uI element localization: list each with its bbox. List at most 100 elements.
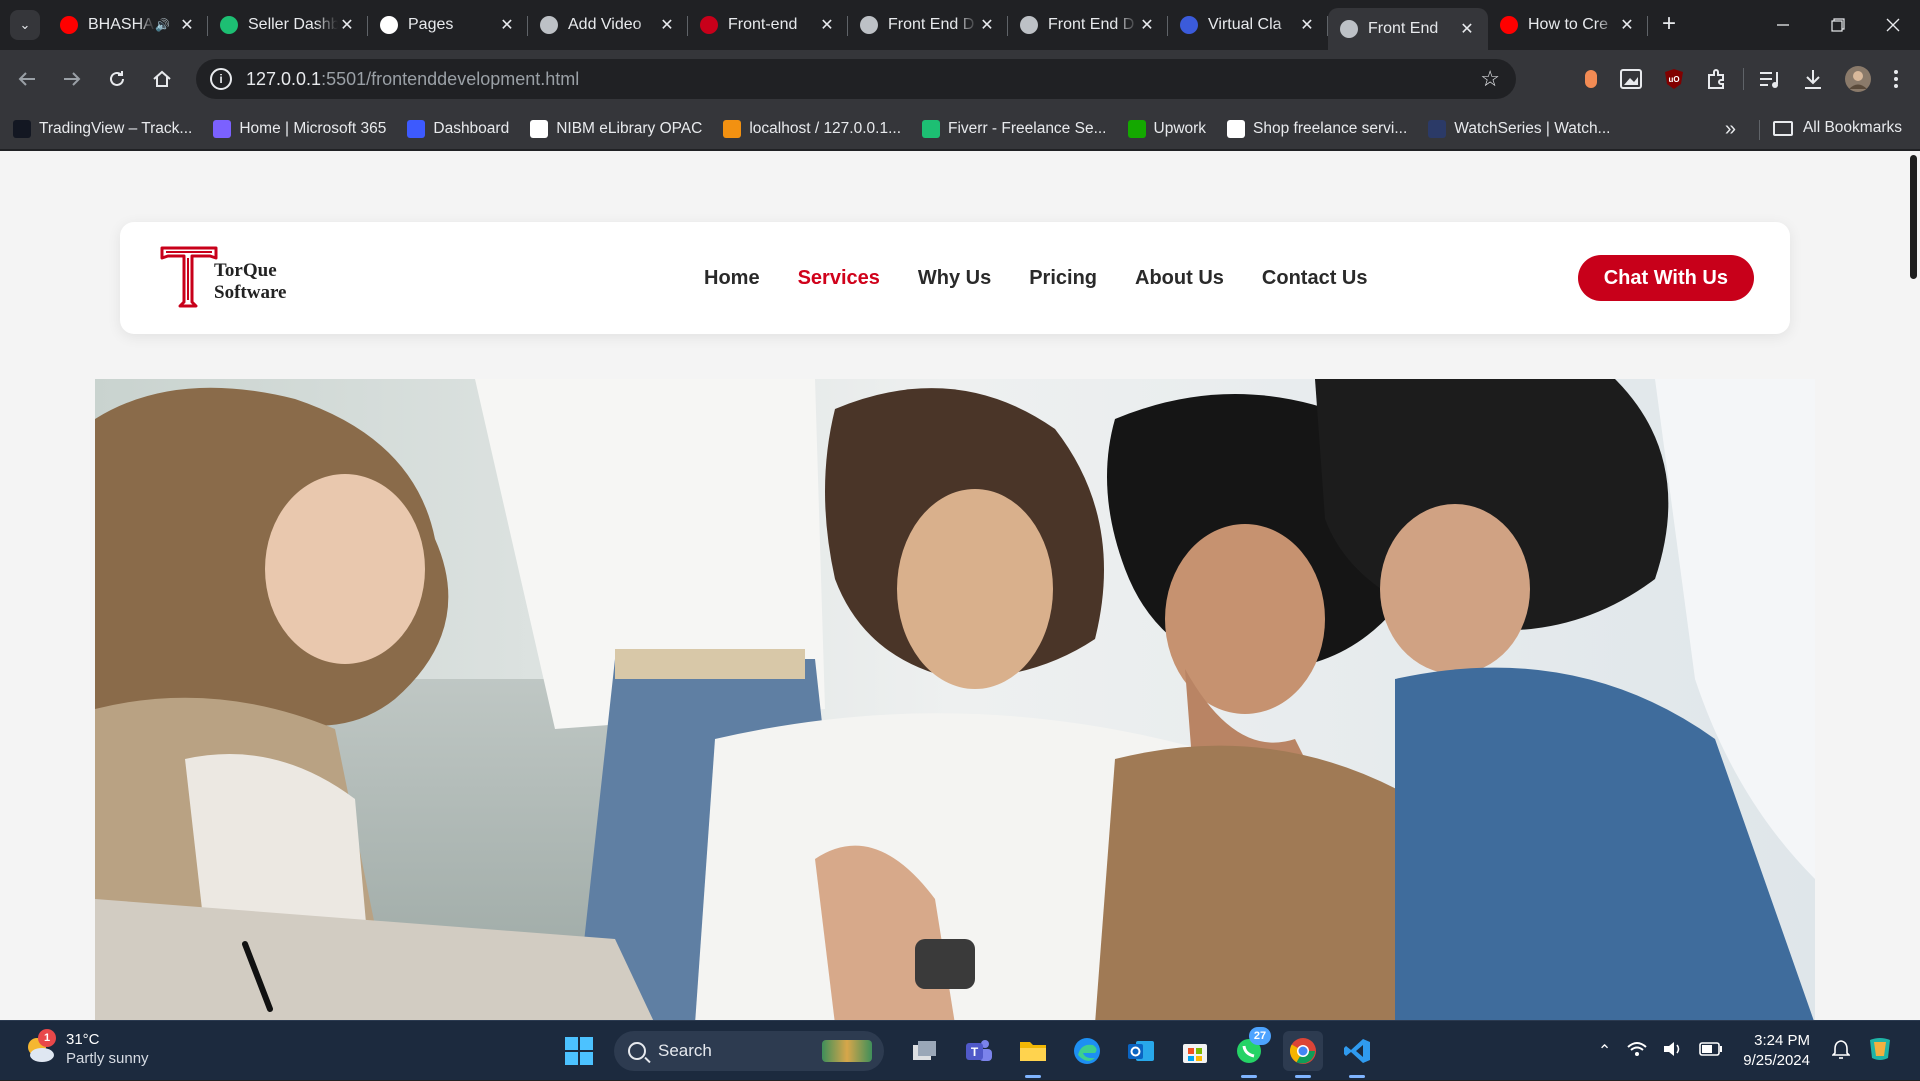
profile-avatar[interactable]: [1845, 66, 1871, 92]
bookmark-item[interactable]: Upwork: [1127, 119, 1206, 138]
hero-image: [95, 379, 1815, 1020]
bookmark-item[interactable]: Dashboard: [407, 119, 509, 138]
extension-ublock-icon[interactable]: uO: [1664, 68, 1684, 90]
menu-kebab-icon[interactable]: [1893, 69, 1899, 89]
weather-widget[interactable]: 1 31°C Partly sunny: [24, 1029, 149, 1068]
close-tab-icon[interactable]: ✕: [818, 15, 836, 35]
bookmark-item[interactable]: WatchSeries | Watch...: [1428, 119, 1610, 138]
vscode-icon[interactable]: [1337, 1031, 1377, 1078]
site-info-icon[interactable]: i: [210, 68, 232, 90]
browser-tab[interactable]: Front End ✕: [1328, 8, 1488, 50]
close-tab-icon[interactable]: ✕: [178, 15, 196, 35]
tab-audio-icon[interactable]: 🔊: [155, 18, 170, 32]
tab-separator: [1647, 16, 1648, 36]
forward-button[interactable]: [54, 61, 90, 97]
tab-title: Front End D: [1048, 16, 1135, 33]
close-tab-icon[interactable]: ✕: [1298, 15, 1316, 35]
file-explorer-icon[interactable]: [1013, 1031, 1053, 1078]
bookmark-item[interactable]: TradingView – Track...: [13, 119, 193, 138]
site-header: TorQue Software Home Services Why Us Pricin…: [120, 222, 1790, 334]
bookmark-item[interactable]: localhost / 127.0.0.1...: [723, 119, 901, 138]
torque-logo[interactable]: TorQue Software: [158, 244, 298, 312]
chat-with-us-button[interactable]: Chat With Us: [1577, 255, 1754, 301]
upwork-icon: [1127, 119, 1146, 138]
torque-t-logo-icon: [160, 246, 218, 308]
arrow-right-icon: [64, 72, 81, 86]
outlook-icon[interactable]: [1121, 1031, 1161, 1071]
bookmark-item[interactable]: Shop freelance servi...: [1227, 119, 1407, 138]
back-button[interactable]: [9, 61, 45, 97]
copilot-icon[interactable]: [1866, 1036, 1894, 1067]
minimize-button[interactable]: [1755, 0, 1810, 50]
nav-link-pricing[interactable]: Pricing: [1029, 267, 1097, 290]
browser-tab[interactable]: Pages ✕: [368, 0, 528, 50]
edge-icon[interactable]: [1067, 1031, 1107, 1071]
nav-link-home[interactable]: Home: [704, 267, 760, 290]
browser-tab[interactable]: Front-end ✕: [688, 0, 848, 50]
media-controls-icon[interactable]: [1759, 70, 1781, 88]
browser-tab[interactable]: Virtual Cla ✕: [1168, 0, 1328, 50]
scrollbar-thumb[interactable]: [1910, 155, 1917, 279]
tab-title: Seller Dashboard: [248, 16, 338, 33]
taskbar-clock[interactable]: 3:24 PM 9/25/2024: [1743, 1031, 1810, 1071]
new-tab-button[interactable]: +: [1654, 10, 1684, 40]
bookmark-label: TradingView – Track...: [39, 119, 193, 137]
url-text[interactable]: 127.0.0.1:5501/frontenddevelopment.html: [246, 69, 579, 90]
task-view-icon[interactable]: [905, 1031, 945, 1071]
microsoft-store-icon[interactable]: [1175, 1031, 1215, 1071]
teams-icon[interactable]: T: [959, 1031, 999, 1071]
address-bar[interactable]: i 127.0.0.1:5501/frontenddevelopment.htm…: [196, 59, 1516, 99]
bookmark-item[interactable]: NIBM eLibrary OPAC: [530, 119, 702, 138]
youtube-icon: [60, 16, 78, 34]
browser-tab[interactable]: Add Video ✕: [528, 0, 688, 50]
wifi-icon[interactable]: [1627, 1041, 1647, 1062]
close-tab-icon[interactable]: ✕: [658, 15, 676, 35]
page-scrollbar[interactable]: [1906, 151, 1920, 1020]
whatsapp-icon[interactable]: 27: [1229, 1027, 1271, 1078]
fiverr-icon: [220, 16, 238, 34]
reload-button[interactable]: [99, 61, 135, 97]
extension-screenshot-icon[interactable]: [1620, 69, 1642, 89]
bookmark-star-icon[interactable]: ☆: [1480, 66, 1500, 92]
notification-bell-icon[interactable]: [1831, 1039, 1851, 1064]
extension-mouse-icon[interactable]: [1584, 69, 1598, 89]
restore-button[interactable]: [1810, 0, 1865, 50]
clock-time: 3:24 PM: [1754, 1032, 1810, 1049]
library-icon: [530, 119, 549, 138]
browser-tab[interactable]: BHASHA 🔊 ✕: [48, 0, 208, 50]
close-tab-icon[interactable]: ✕: [498, 15, 516, 35]
taskbar-search[interactable]: Search: [614, 1031, 884, 1071]
nav-link-contact-us[interactable]: Contact Us: [1262, 267, 1368, 290]
chrome-icon[interactable]: [1283, 1031, 1323, 1078]
bookmark-item[interactable]: Fiverr - Freelance Se...: [922, 119, 1107, 138]
home-button[interactable]: [144, 61, 180, 97]
close-tab-icon[interactable]: ✕: [1618, 15, 1636, 35]
close-tab-icon[interactable]: ✕: [978, 15, 996, 35]
bookmarks-overflow-button[interactable]: »: [1725, 118, 1736, 141]
tab-title: Add Video: [568, 16, 642, 33]
browser-tab[interactable]: How to Cre ✕: [1488, 0, 1648, 50]
nav-link-why-us[interactable]: Why Us: [918, 267, 991, 290]
nav-link-about-us[interactable]: About Us: [1135, 267, 1224, 290]
browser-tab[interactable]: Front End D ✕: [848, 0, 1008, 50]
close-window-button[interactable]: [1865, 0, 1920, 50]
extensions-puzzle-icon[interactable]: [1706, 68, 1728, 90]
all-bookmarks-button[interactable]: All Bookmarks: [1772, 119, 1902, 137]
svg-text:T: T: [971, 1045, 979, 1059]
tab-search-button[interactable]: ⌄: [10, 10, 40, 40]
chevron-up-icon[interactable]: ⌃: [1598, 1041, 1611, 1061]
download-icon[interactable]: [1803, 68, 1823, 90]
close-tab-icon[interactable]: ✕: [1138, 15, 1156, 35]
browser-tab[interactable]: Front End D ✕: [1008, 0, 1168, 50]
browser-tab[interactable]: Seller Dashboard✕: [208, 0, 368, 50]
close-tab-icon[interactable]: ✕: [338, 15, 356, 35]
volume-icon[interactable]: [1663, 1041, 1683, 1062]
openai-icon: [540, 16, 558, 34]
nav-link-services[interactable]: Services: [798, 267, 880, 290]
windows-start-icon[interactable]: [559, 1031, 599, 1071]
home-icon: [153, 70, 171, 87]
close-tab-icon[interactable]: ✕: [1458, 19, 1476, 39]
bookmark-item[interactable]: Home | Microsoft 365: [213, 119, 386, 138]
clock-date: 9/25/2024: [1743, 1052, 1810, 1069]
battery-icon[interactable]: [1699, 1041, 1723, 1061]
